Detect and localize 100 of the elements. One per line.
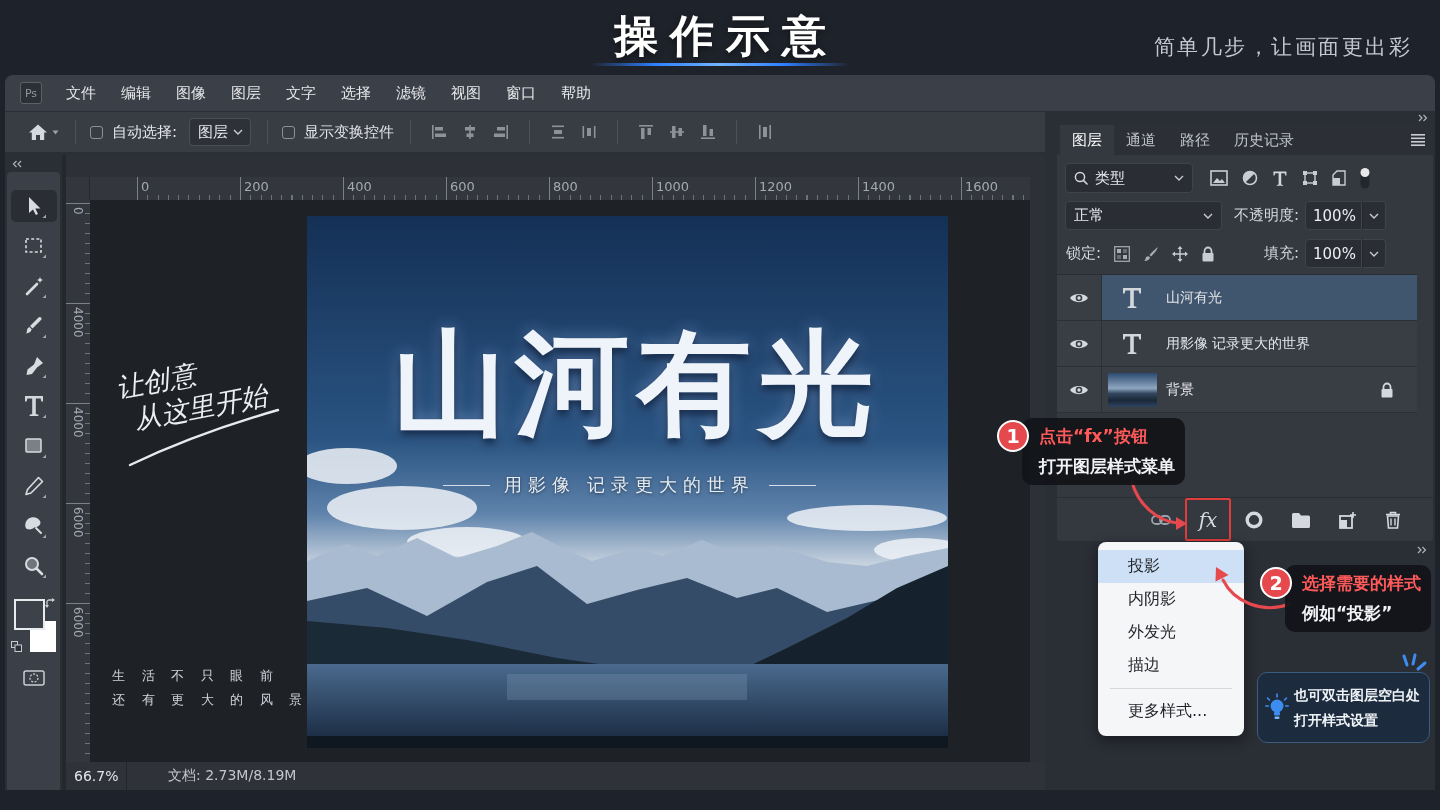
type-icon [1121, 331, 1143, 356]
show-transform-label: 显示变换控件 [304, 122, 395, 142]
panel-tab[interactable]: 历史记录 [1222, 125, 1306, 155]
chevron-down-icon [1369, 212, 1379, 219]
app-logo: Ps [20, 82, 42, 104]
menu-item[interactable]: 内阴影 [1098, 583, 1244, 616]
menu-item[interactable]: 窗口 [506, 83, 536, 103]
menu-item[interactable]: 帮助 [561, 83, 591, 103]
auto-select-label: 自动选择: [112, 122, 178, 142]
layer-item[interactable]: 山河有光 [1102, 275, 1417, 320]
opacity-label: 不透明度: [1233, 206, 1299, 225]
menu-item[interactable]: 文件 [66, 83, 96, 103]
color-swatches-icon[interactable] [12, 599, 57, 653]
menu-item[interactable]: 视图 [451, 83, 481, 103]
fx-button[interactable]: fx [1185, 498, 1231, 541]
align-middle-icon[interactable] [669, 124, 686, 140]
menu-item[interactable]: 文字 [286, 83, 316, 103]
double-chevron-icon[interactable] [1417, 546, 1427, 554]
ring-icon[interactable] [1245, 510, 1263, 529]
link-icon[interactable] [1151, 513, 1171, 526]
ruler-label: 6000 [71, 507, 85, 538]
default-colors-icon[interactable] [10, 641, 22, 652]
move-arrows-icon[interactable] [1172, 245, 1189, 262]
callout-title: 点击“fx”按钮 [1039, 425, 1148, 448]
checkbox[interactable] [90, 125, 103, 139]
menu-item[interactable]: 更多样式... [1098, 695, 1244, 728]
zoom-field[interactable]: 66.7% [66, 762, 127, 790]
lock-icon[interactable] [1201, 245, 1216, 262]
ruler-label: 4000 [71, 407, 85, 438]
menu-item[interactable]: 投影 [1098, 550, 1244, 583]
quick-mask-icon[interactable] [22, 670, 45, 686]
menu-item[interactable]: 编辑 [121, 83, 151, 103]
fill-label: 填充: [1263, 244, 1299, 263]
search-icon [1074, 171, 1088, 185]
trash-icon[interactable] [1385, 510, 1401, 529]
photo-thumbnail [1107, 372, 1157, 407]
tip-text: 也可双击图层空白处打开样式设置 [1294, 685, 1421, 730]
layer-item[interactable]: 背景 [1102, 367, 1417, 412]
callout-text: 打开图层样式菜单 [1039, 455, 1175, 478]
checkerboard-icon[interactable] [1114, 245, 1131, 262]
new-layer-icon[interactable] [1339, 510, 1357, 529]
callout-text: 例如“投影” [1302, 602, 1393, 625]
blend-mode-dropdown[interactable]: 正常 [1065, 201, 1222, 230]
layer-name: 山河有光 [1166, 288, 1222, 307]
poster-subtitle: 用影像 记录更大的世界 [503, 473, 756, 497]
distribute-horizontal-icon[interactable] [581, 124, 598, 140]
layer-filter-dropdown[interactable]: 类型 [1065, 163, 1193, 193]
opacity-field[interactable]: 100% [1305, 201, 1362, 230]
menu-item[interactable]: 图像 [176, 83, 206, 103]
chevron-down-icon [233, 129, 244, 135]
distribute-icon[interactable] [757, 124, 774, 140]
swap-arrows-icon[interactable] [44, 598, 56, 609]
caption-text: 生活不只眼前 [112, 667, 289, 685]
callout-title: 选择需要的样式 [1302, 572, 1421, 595]
menu-item[interactable]: 选择 [341, 83, 371, 103]
caret-icon[interactable] [52, 129, 59, 135]
lock-label: 锁定: [1066, 244, 1102, 263]
poster-title: 山河有光 [392, 316, 881, 452]
chevron-down-icon [1369, 250, 1379, 257]
panel-tab[interactable]: 通道 [1114, 125, 1168, 155]
checkbox[interactable] [282, 125, 296, 139]
menu-item[interactable]: 图层 [231, 83, 261, 103]
align-right-icon[interactable] [493, 124, 510, 140]
type-icon[interactable] [1272, 170, 1288, 186]
align-left-icon[interactable] [431, 124, 448, 140]
brush-icon[interactable] [1143, 245, 1160, 262]
layer-name: 用影像 记录更大的世界 [1166, 334, 1311, 353]
image-icon[interactable] [1210, 170, 1228, 186]
menu-item[interactable]: 外发光 [1098, 616, 1244, 649]
fill-dropdown-button[interactable] [1362, 239, 1386, 268]
toggle-switch-icon[interactable] [1360, 167, 1370, 189]
menu-item[interactable]: 滤镜 [396, 83, 426, 103]
menu-item[interactable]: 描边 [1098, 649, 1244, 682]
ruler-label: 0 [71, 207, 85, 215]
distribute-vertical-icon[interactable] [550, 124, 567, 140]
type-icon [1121, 285, 1143, 310]
double-chevron-icon[interactable] [12, 159, 22, 168]
layer-item[interactable]: 用影像 记录更大的世界 [1102, 321, 1417, 366]
page-subtitle: 简单几步，让画面更出彩 [1153, 34, 1412, 61]
panel-tab[interactable]: 路径 [1168, 125, 1222, 155]
tool-button[interactable] [10, 190, 57, 222]
folder-icon[interactable] [1291, 511, 1311, 528]
fill-field[interactable]: 100% [1305, 239, 1362, 268]
panel-tab[interactable]: 图层 [1060, 125, 1114, 155]
double-chevron-icon[interactable] [1418, 114, 1428, 122]
chevron-down-icon [1203, 212, 1213, 219]
opacity-dropdown-button[interactable] [1362, 201, 1386, 230]
menu-icon[interactable] [1411, 134, 1425, 146]
caption-text: 还有更大的风景 [112, 691, 319, 709]
transform-icon[interactable] [1302, 170, 1318, 186]
align-top-icon[interactable] [638, 124, 655, 140]
half-circle-icon[interactable] [1242, 170, 1258, 186]
layer-target-dropdown[interactable]: 图层 [189, 118, 252, 146]
document-icon[interactable] [1332, 170, 1346, 186]
home-icon[interactable] [28, 122, 48, 142]
ruler-label: 6000 [71, 607, 85, 638]
chevron-down-icon [1174, 175, 1184, 181]
align-bottom-icon[interactable] [700, 124, 717, 140]
ruler-label: 4000 [71, 307, 85, 338]
document-size-info: 文档: 2.73M/8.19M [168, 767, 297, 785]
